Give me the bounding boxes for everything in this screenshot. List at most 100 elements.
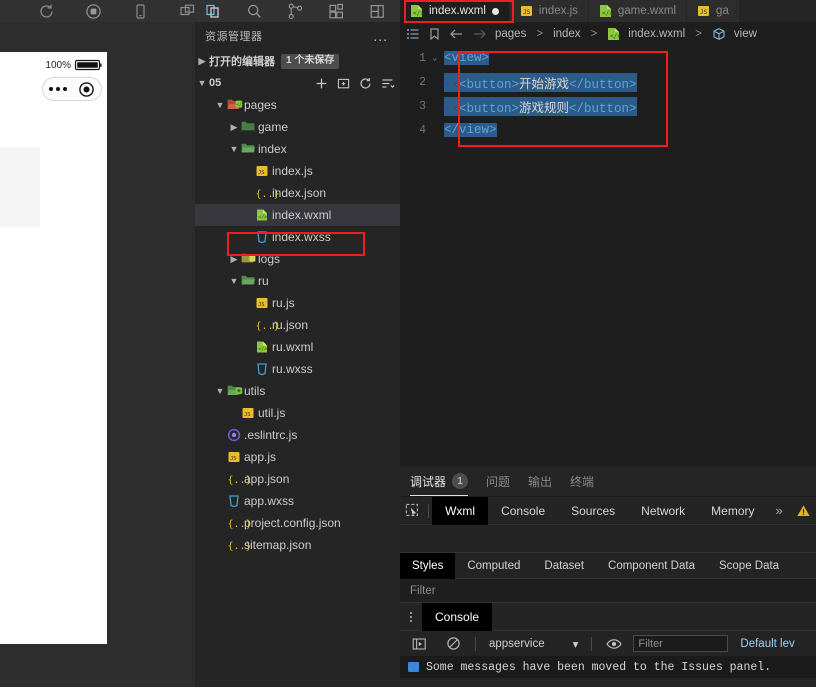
styles-tab-component-data[interactable]: Component Data [596, 553, 707, 579]
forward-arrow-icon[interactable] [472, 27, 487, 41]
code-line[interactable]: 1 ⌄ <view> [400, 46, 816, 70]
tree-file-ru-js[interactable]: JS ru.js [195, 292, 400, 314]
js-file-icon: JS [241, 406, 254, 420]
styles-tab-label: Scope Data [718, 559, 780, 572]
panel-tab-label: 输出 [528, 474, 553, 489]
open-editors-section[interactable]: ▶ 打开的编辑器 1 个未保存 [195, 50, 400, 72]
split-window-icon[interactable] [179, 3, 196, 20]
phone-preview[interactable]: 100% [0, 52, 107, 644]
eye-icon[interactable] [599, 630, 629, 658]
new-folder-icon[interactable] [337, 77, 350, 90]
debugger-count-badge: 1 [452, 473, 469, 489]
clear-console-icon[interactable] [438, 630, 468, 658]
devtools-tab-wxml[interactable]: Wxml [432, 496, 489, 525]
wxml-tree-area[interactable] [400, 524, 816, 552]
record-stop-icon[interactable] [85, 3, 102, 20]
styles-tab-styles[interactable]: Styles [400, 552, 456, 579]
more-dots-icon[interactable] [48, 87, 67, 91]
target-circle-icon[interactable] [78, 81, 95, 98]
svg-text:JS: JS [230, 456, 237, 462]
tree-folder-pages[interactable]: ▼ </> pages [195, 94, 400, 116]
console-drawer-tab[interactable]: Console [422, 602, 493, 631]
compile-refresh-icon[interactable] [38, 3, 55, 20]
code-editor[interactable]: 1 ⌄ <view> 2 ··<button>开始游戏</button> 3 ··<butt… [400, 46, 816, 466]
tree-file-app-wxss[interactable]: app.wxss [195, 490, 400, 512]
source-control-icon[interactable] [287, 3, 304, 20]
console-context-select[interactable]: appservice ▾ [483, 637, 584, 651]
tree-file-ru-wxml[interactable]: </> ru.wxml [195, 336, 400, 358]
code-text: </view> [444, 123, 497, 137]
styles-tab-dataset[interactable]: Dataset [532, 553, 596, 579]
devtools-tab-network[interactable]: Network [628, 497, 698, 525]
breadcrumb-item-pages[interactable]: pages [495, 28, 526, 40]
breadcrumb-item-view[interactable]: view [734, 28, 757, 40]
tree-file-ru-json[interactable]: {..} ru.json [195, 314, 400, 336]
preview-phone-icon[interactable] [132, 3, 149, 20]
styles-filter-input[interactable]: Filter [400, 578, 816, 602]
refresh-icon[interactable] [359, 77, 372, 90]
styles-tab-computed[interactable]: Computed [455, 553, 532, 579]
chevron-down-icon: ▾ [572, 638, 579, 651]
tree-file-app-json[interactable]: {..} app.json [195, 468, 400, 490]
tab-game-wxml[interactable]: </> game.wxml [588, 0, 688, 22]
capsule-menu-bar[interactable] [42, 77, 102, 101]
inspect-cursor-icon[interactable] [400, 497, 425, 525]
tree-folder-index[interactable]: ▼ index [195, 138, 400, 160]
collapse-all-icon[interactable] [381, 77, 395, 90]
tree-folder-ru[interactable]: ▼ ru [195, 270, 400, 292]
breadcrumb-item-file[interactable]: index.wxml [628, 28, 685, 40]
tree-file-index-wxml[interactable]: </> index.wxml [195, 204, 400, 226]
project-root-section[interactable]: ▼ 05 [195, 72, 400, 94]
tab-index-wxml[interactable]: </> index.wxml [400, 0, 510, 22]
outline-list-icon[interactable] [406, 27, 420, 41]
devtools-more-tabs-icon[interactable]: » [768, 503, 791, 518]
devtools-tab-sources[interactable]: Sources [558, 497, 628, 525]
back-arrow-icon[interactable] [449, 27, 464, 41]
simulator-panel: 100% [0, 22, 195, 687]
tree-file-ru-wxss[interactable]: ru.wxss [195, 358, 400, 380]
tree-folder-game[interactable]: ▶ game [195, 116, 400, 138]
extensions-icon[interactable] [328, 3, 345, 20]
devtools-tab-console[interactable]: Console [488, 497, 558, 525]
tab-game-js[interactable]: JS ga [687, 0, 740, 22]
console-sidebar-icon[interactable] [404, 630, 434, 658]
explorer-more-icon[interactable]: ... [373, 28, 388, 44]
panel-tab-terminal[interactable]: 终端 [570, 466, 594, 496]
console-level-select[interactable]: Default lev [740, 638, 794, 650]
panel-tab-output[interactable]: 输出 [528, 466, 552, 496]
folder-yellow-icon [241, 252, 256, 266]
panel-tab-problems[interactable]: 问题 [486, 466, 510, 496]
page-content-placeholder [0, 147, 40, 227]
search-icon[interactable] [246, 3, 263, 20]
bookmark-icon[interactable] [428, 27, 441, 41]
warning-triangle-icon[interactable] [791, 497, 816, 525]
tree-item-label: app.json [244, 472, 290, 486]
tree-folder-utils[interactable]: ▼ utils [195, 380, 400, 402]
explorer-icon[interactable] [205, 3, 222, 20]
tree-file-project-config-json[interactable]: {..} project.config.json [195, 512, 400, 534]
tree-folder-logs[interactable]: ▶ logs [195, 248, 400, 270]
code-line[interactable]: 2 ··<button>开始游戏</button> [400, 70, 816, 94]
tree-file-index-json[interactable]: {..} index.json [195, 182, 400, 204]
panel-tab-debugger[interactable]: 调试器 1 [410, 466, 469, 496]
console-filter-input[interactable]: Filter [633, 635, 729, 652]
new-file-icon[interactable] [315, 77, 328, 90]
code-line[interactable]: 3 ··<button>游戏规则</button> [400, 94, 816, 118]
tree-file-index-wxss[interactable]: index.wxss [195, 226, 400, 248]
kebab-menu-icon[interactable] [400, 603, 422, 631]
styles-tab-scope-data[interactable]: Scope Data [707, 553, 791, 579]
tree-file-app-js[interactable]: JS app.js [195, 446, 400, 468]
layout-icon[interactable] [369, 3, 386, 20]
breadcrumb-item-index[interactable]: index [553, 28, 581, 40]
breadcrumb: pages > index > </> index.wxml > view [400, 22, 816, 46]
tree-file--eslintrc-js[interactable]: .eslintrc.js [195, 424, 400, 446]
code-line[interactable]: 4 </view> [400, 118, 816, 142]
styles-tab-label: Component Data [608, 559, 695, 572]
tab-index-js[interactable]: JS index.js [509, 0, 589, 22]
tree-file-util-js[interactable]: JS util.js [195, 402, 400, 424]
fold-chevron-icon[interactable]: ⌄ [432, 53, 444, 63]
tree-item-label: pages [244, 98, 277, 112]
tree-file-sitemap-json[interactable]: {..} sitemap.json [195, 534, 400, 556]
devtools-tab-memory[interactable]: Memory [698, 497, 767, 525]
tree-file-index-js[interactable]: JS index.js [195, 160, 400, 182]
